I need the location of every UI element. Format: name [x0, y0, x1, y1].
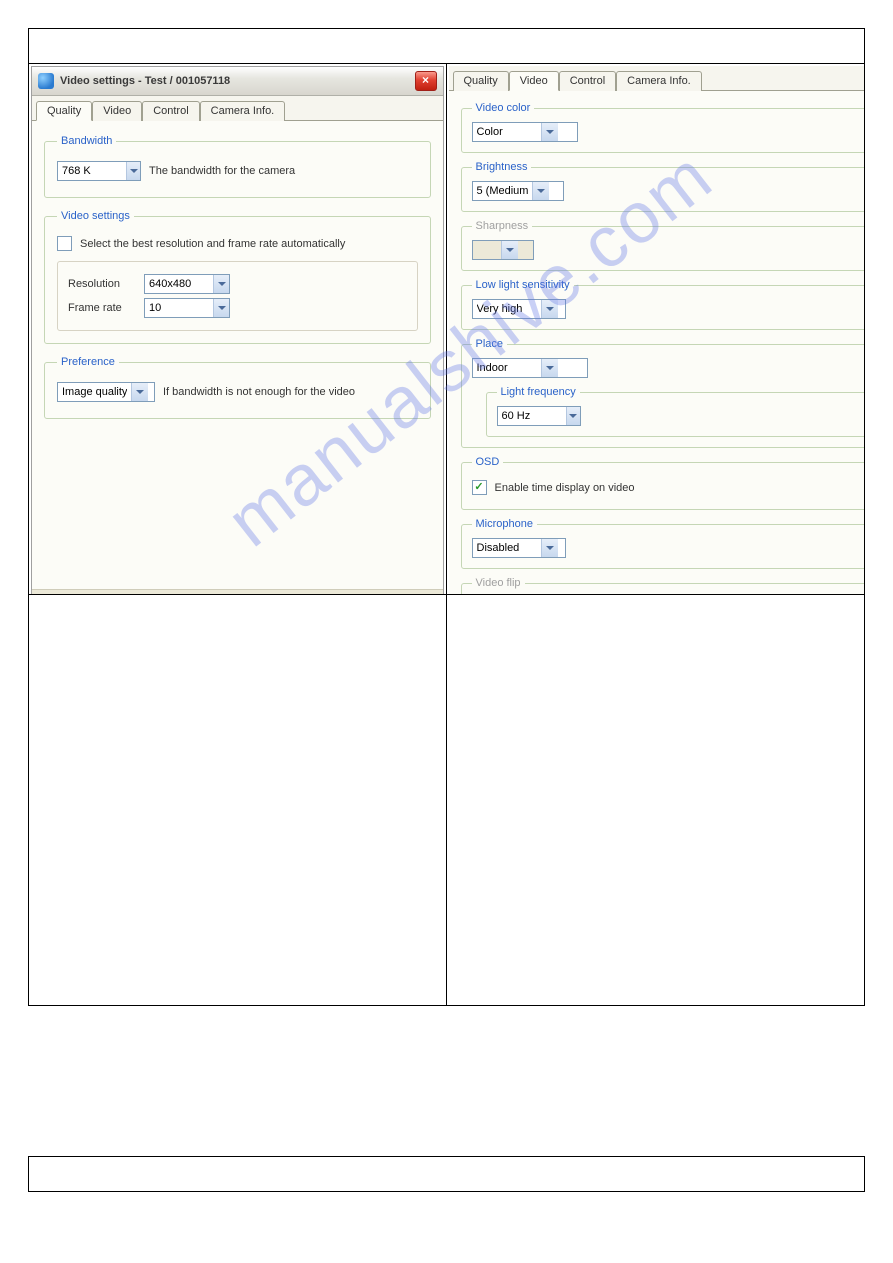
preference-legend: Preference — [57, 356, 119, 368]
sharpness-fieldset: Sharpness — [461, 220, 865, 271]
window-title: Video settings - Test / 001057118 — [60, 75, 415, 87]
video-color-legend: Video color — [472, 102, 535, 114]
place-fieldset: Place Indoor Light frequency 60 Hz — [461, 338, 865, 448]
tab-quality-r[interactable]: Quality — [453, 71, 509, 91]
low-light-legend: Low light sensitivity — [472, 279, 574, 291]
tab-video[interactable]: Video — [92, 101, 142, 121]
video-flip-legend: Video flip — [472, 577, 525, 589]
bandwidth-desc: The bandwidth for the camera — [149, 165, 295, 177]
low-light-fieldset: Low light sensitivity Very high — [461, 279, 865, 330]
quality-panel: Bandwidth 768 K The bandwidth for the ca… — [32, 121, 443, 589]
brightness-select[interactable]: 5 (Medium — [472, 181, 564, 201]
chevron-down-icon — [541, 359, 558, 377]
chevron-down-icon — [566, 407, 580, 425]
tab-camera-info[interactable]: Camera Info. — [200, 101, 286, 121]
osd-legend: OSD — [472, 456, 504, 468]
video-tab-panel: Quality Video Control Camera Info. Video… — [449, 66, 865, 595]
content-grid: Video settings - Test / 001057118 × Qual… — [28, 64, 865, 1006]
light-frequency-fieldset: Light frequency 60 Hz — [486, 386, 865, 437]
video-flip-fieldset: Video flip Normal — [461, 577, 865, 595]
top-page-border — [28, 28, 865, 64]
microphone-legend: Microphone — [472, 518, 537, 530]
video-settings-dialog: Video settings - Test / 001057118 × Qual… — [31, 66, 444, 595]
chevron-down-icon — [213, 299, 229, 317]
video-color-fieldset: Video color Color — [461, 102, 865, 153]
chevron-down-icon — [541, 123, 558, 141]
tab-camera-info-r[interactable]: Camera Info. — [616, 71, 702, 91]
bandwidth-legend: Bandwidth — [57, 135, 116, 147]
osd-fieldset: OSD Enable time display on video — [461, 456, 865, 510]
chevron-down-icon — [131, 383, 148, 401]
light-frequency-legend: Light frequency — [497, 386, 580, 398]
tabstrip-right: Quality Video Control Camera Info. — [449, 66, 865, 91]
osd-time-label: Enable time display on video — [495, 482, 635, 494]
resolution-select[interactable]: 640x480 — [144, 274, 230, 294]
tab-control[interactable]: Control — [142, 101, 199, 121]
framerate-select[interactable]: 10 — [144, 298, 230, 318]
app-icon — [38, 73, 54, 89]
low-light-select[interactable]: Very high — [472, 299, 566, 319]
video-panel-body: Video color Color Brightness 5 (Medium — [449, 91, 865, 595]
cell-empty-bl — [29, 595, 447, 1005]
auto-resolution-checkbox[interactable] — [57, 236, 72, 251]
resolution-label: Resolution — [68, 278, 136, 290]
sharpness-select — [472, 240, 534, 260]
preference-desc: If bandwidth is not enough for the video — [163, 386, 355, 398]
light-frequency-select[interactable]: 60 Hz — [497, 406, 581, 426]
cell-video-panel: Quality Video Control Camera Info. Video… — [447, 64, 865, 595]
place-legend: Place — [472, 338, 508, 350]
chevron-down-icon — [532, 182, 549, 200]
chevron-down-icon — [541, 300, 558, 318]
brightness-legend: Brightness — [472, 161, 532, 173]
microphone-select[interactable]: Disabled — [472, 538, 566, 558]
titlebar: Video settings - Test / 001057118 × — [32, 67, 443, 96]
cell-empty-br — [447, 595, 865, 1005]
video-color-select[interactable]: Color — [472, 122, 578, 142]
microphone-fieldset: Microphone Disabled — [461, 518, 865, 569]
framerate-label: Frame rate — [68, 302, 136, 314]
chevron-down-icon — [501, 241, 518, 259]
preference-select[interactable]: Image quality — [57, 382, 155, 402]
chevron-down-icon — [541, 539, 558, 557]
auto-resolution-label: Select the best resolution and frame rat… — [80, 238, 345, 250]
video-settings-fieldset: Video settings Select the best resolutio… — [44, 210, 431, 344]
sharpness-legend: Sharpness — [472, 220, 533, 232]
bandwidth-select[interactable]: 768 K — [57, 161, 141, 181]
bandwidth-fieldset: Bandwidth 768 K The bandwidth for the ca… — [44, 135, 431, 198]
chevron-down-icon — [126, 162, 140, 180]
tabstrip-left: Quality Video Control Camera Info. — [32, 96, 443, 121]
close-icon[interactable]: × — [415, 71, 437, 91]
bottom-page-border — [28, 1156, 865, 1192]
preference-fieldset: Preference Image quality If bandwidth is… — [44, 356, 431, 419]
resolution-framerate-box: Resolution 640x480 Frame rate 10 — [57, 261, 418, 331]
chevron-down-icon — [213, 275, 229, 293]
video-settings-legend: Video settings — [57, 210, 134, 222]
cell-quality-dialog: Video settings - Test / 001057118 × Qual… — [29, 64, 447, 595]
brightness-fieldset: Brightness 5 (Medium — [461, 161, 865, 212]
tab-quality[interactable]: Quality — [36, 101, 92, 121]
place-select[interactable]: Indoor — [472, 358, 588, 378]
tab-video-r[interactable]: Video — [509, 71, 559, 91]
tab-control-r[interactable]: Control — [559, 71, 616, 91]
osd-time-checkbox[interactable] — [472, 480, 487, 495]
